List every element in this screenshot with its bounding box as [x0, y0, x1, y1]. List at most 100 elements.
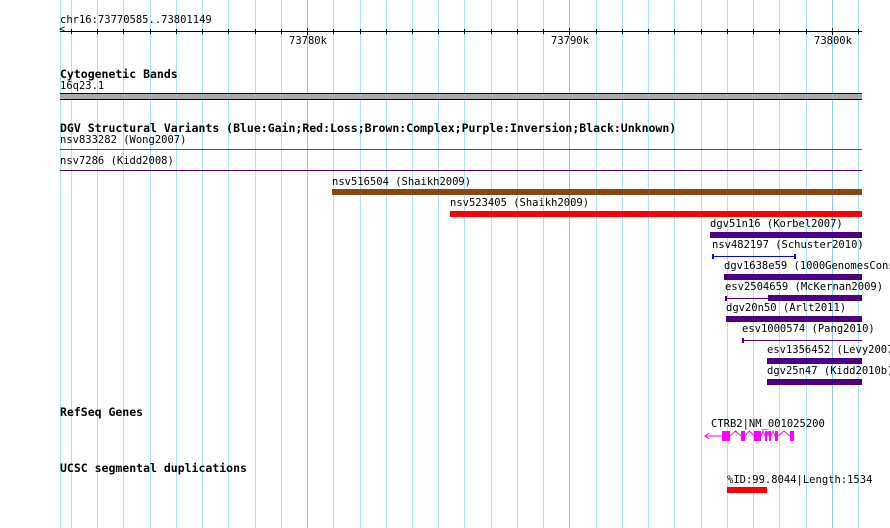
ruler-tick — [727, 29, 728, 34]
gene-exon — [790, 431, 794, 441]
ruler-tick — [596, 29, 597, 34]
grid-line — [464, 0, 465, 528]
grid-line — [438, 0, 439, 528]
grid-line — [622, 0, 623, 528]
variant-bar[interactable] — [332, 189, 862, 195]
grid-line — [596, 0, 597, 528]
variant-line[interactable] — [60, 170, 862, 171]
ruler-tick — [150, 29, 151, 34]
ruler-tick — [464, 29, 465, 34]
ruler-tick — [438, 29, 439, 34]
variant-span-cap — [742, 338, 744, 343]
ruler-tick — [753, 29, 754, 34]
variant-span-cap — [712, 254, 714, 259]
variant-line[interactable] — [60, 149, 862, 150]
left-arrow-icon[interactable]: < — [59, 24, 65, 35]
cyto-track-title: Cytogenetic Bands — [60, 67, 178, 81]
cyto-band-label: 16q23.1 — [60, 80, 105, 92]
ruler-tick — [307, 28, 308, 35]
gene-exon — [765, 431, 767, 441]
gene-exon — [775, 431, 778, 441]
ruler-tick — [333, 29, 334, 34]
variant-label: esv2504659 (McKernan2009) — [725, 281, 884, 293]
ruler-tick — [674, 29, 675, 34]
ruler-tick — [97, 29, 98, 34]
variant-bar[interactable] — [450, 211, 862, 217]
variant-label: nsv833282 (Wong2007) — [60, 134, 187, 146]
variant-label: dgv51n16 (Korbel2007) — [710, 218, 843, 230]
grid-line — [674, 0, 675, 528]
variant-bar[interactable] — [710, 232, 862, 238]
ruler-tick — [569, 28, 570, 35]
ruler-tick — [701, 29, 702, 34]
ruler-label: chr16:73770585..73801149 — [60, 14, 212, 26]
grid-line — [228, 0, 229, 528]
ruler-tick — [806, 29, 807, 34]
ruler-tick — [779, 29, 780, 34]
grid-line — [360, 0, 361, 528]
ruler-tick — [123, 29, 124, 34]
variant-label: dgv20n50 (Arlt2011) — [726, 302, 847, 314]
gene-exon — [754, 431, 761, 441]
variant-label: nsv7286 (Kidd2008) — [60, 155, 174, 167]
ruler-tick — [386, 29, 387, 34]
variant-label: dgv1638e59 (1000GenomesConsortium — [724, 260, 890, 272]
grid-line — [333, 0, 334, 528]
variant-label: nsv482197 (Schuster2010) — [712, 239, 864, 251]
gene-exon — [741, 431, 745, 441]
ruler-tick — [622, 29, 623, 34]
ruler-tick — [360, 29, 361, 34]
variant-label: nsv516504 (Shaikh2009) — [332, 176, 472, 188]
variant-span[interactable] — [742, 340, 862, 341]
ruler-tick — [648, 29, 649, 34]
variant-bar[interactable] — [767, 379, 862, 385]
variant-bar[interactable] — [767, 358, 862, 364]
grid-line — [255, 0, 256, 528]
grid-line — [701, 0, 702, 528]
gene-exon — [722, 431, 730, 441]
grid-line — [543, 0, 544, 528]
ruler-tick-label: 73780k — [289, 35, 327, 47]
dgv-track-title: DGV Structural Variants (Blue:Gain;Red:L… — [60, 121, 677, 135]
grid-line — [569, 0, 570, 528]
grid-line — [517, 0, 518, 528]
variant-bar[interactable] — [726, 316, 862, 322]
ruler-tick — [228, 29, 229, 34]
genome-browser-panel: chr16:73770585..73801149 <73780k 73790k 73… — [0, 0, 890, 528]
variant-label: dgv25n47 (Kidd2010b) — [767, 365, 890, 377]
variant-label: nsv523405 (Shaikh2009) — [450, 197, 590, 209]
ruler-tick — [832, 28, 833, 35]
ruler-tick — [202, 29, 203, 34]
grid-line — [281, 0, 282, 528]
grid-line — [648, 0, 649, 528]
variant-bar[interactable] — [768, 295, 862, 301]
ruler-tick — [71, 29, 72, 34]
variant-label: esv1000574 (Pang2010) — [742, 323, 875, 335]
ruler-tick-label: 73790k — [551, 35, 589, 47]
ruler-tick — [491, 29, 492, 34]
grid-line — [491, 0, 492, 528]
grid-line — [412, 0, 413, 528]
ruler-tick — [255, 29, 256, 34]
segdup-label: %ID:99.8044|Length:1534 — [727, 474, 873, 486]
variant-span[interactable] — [725, 298, 768, 299]
grid-line — [386, 0, 387, 528]
cyto-band-bar[interactable] — [60, 93, 862, 100]
variant-span-cap — [725, 296, 727, 301]
gene-model-ctrb2[interactable] — [700, 428, 810, 444]
ruler-tick — [176, 29, 177, 34]
segdup-bar[interactable] — [727, 487, 767, 493]
grid-line — [202, 0, 203, 528]
segdup-track-title: UCSC segmental duplications — [60, 461, 247, 475]
variant-span-cap — [794, 254, 796, 259]
variant-label: esv1356452 (Levy2007) — [767, 344, 890, 356]
ruler-tick — [543, 29, 544, 34]
refseq-track-title: RefSeq Genes — [60, 405, 144, 419]
ruler-tick-label: 73800k — [814, 35, 852, 47]
variant-span[interactable] — [712, 256, 795, 257]
gene-exon — [769, 431, 771, 441]
variant-bar[interactable] — [724, 274, 862, 280]
ruler-tick — [858, 29, 859, 34]
grid-line — [307, 0, 308, 528]
ruler-tick — [517, 29, 518, 34]
